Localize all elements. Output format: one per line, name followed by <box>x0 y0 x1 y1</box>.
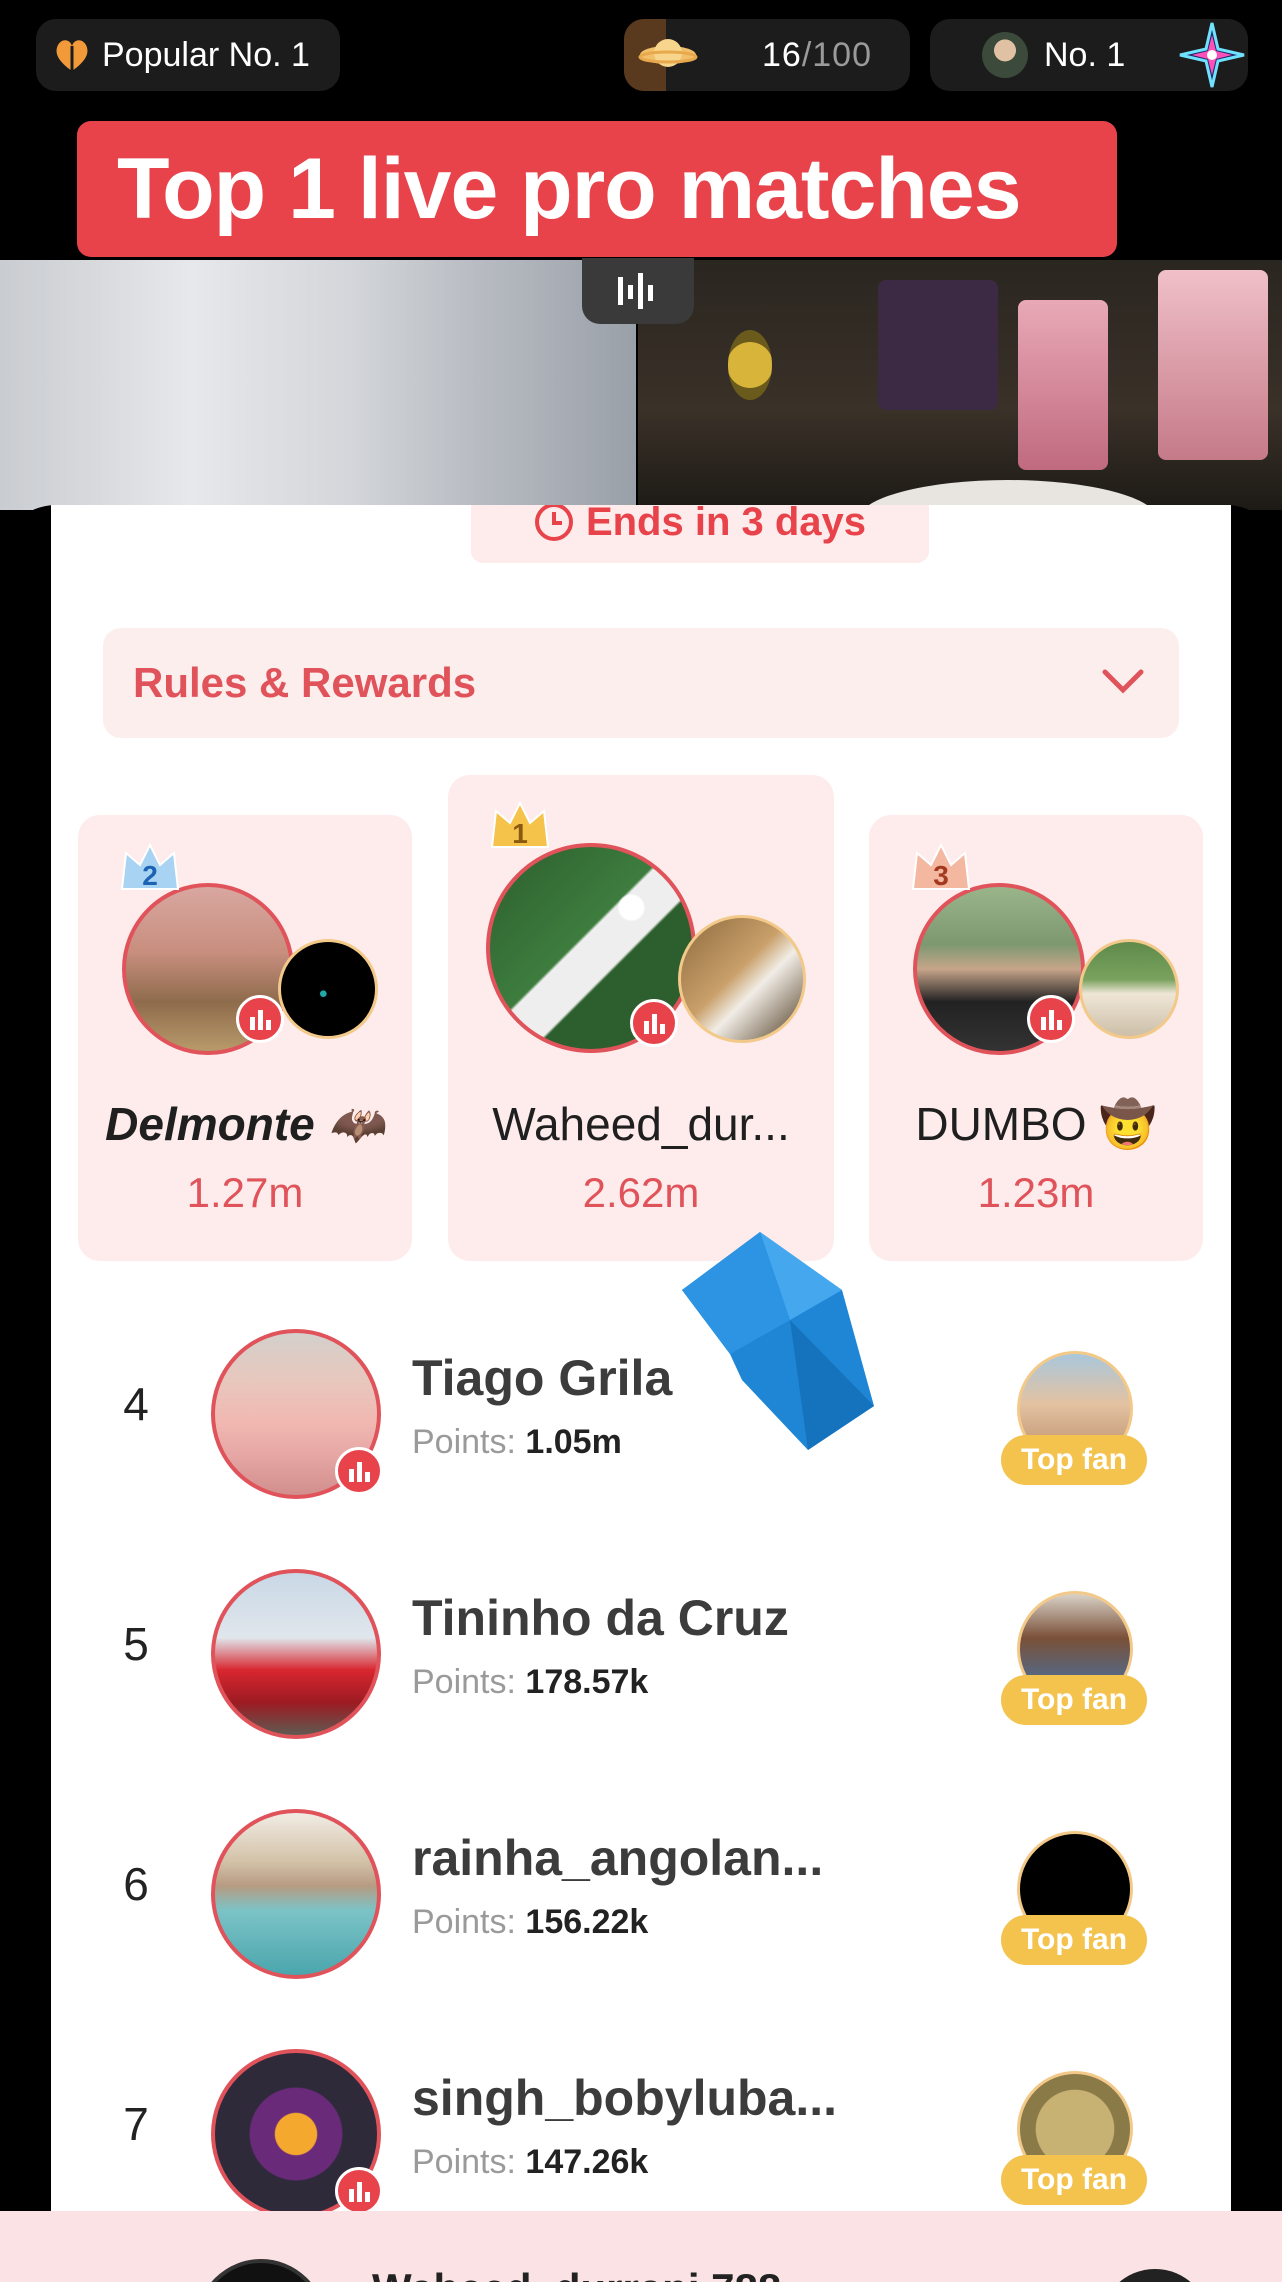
popular-label: Popular No. 1 <box>102 35 310 74</box>
podium-name: DUMBO 🤠 <box>915 1098 1157 1150</box>
bar-chart-icon <box>1041 1010 1062 1030</box>
leaderboard-row[interactable]: 5 Tininho da Cruz Points: 178.57k Top fa… <box>51 1545 1231 1765</box>
top-fan-badge: Top fan <box>1001 1675 1147 1725</box>
bar-chart-icon <box>250 1010 271 1030</box>
bar-chart-icon <box>349 2182 370 2202</box>
podium-score: 2.62m <box>582 1169 700 1216</box>
podium-rank-2[interactable]: 2 Delmonte 🦇 1.27m <box>78 815 412 1261</box>
rules-label: Rules & Rewards <box>133 659 477 706</box>
row-rank: 7 <box>123 2098 149 2150</box>
orange-heart-icon <box>56 40 88 71</box>
row-name: Tininho da Cruz <box>412 1590 789 1646</box>
mouse-pointer-icon <box>682 1232 874 1450</box>
leaderboard-row[interactable]: 6 rainha_angolan... Points: 156.22k Top … <box>51 1785 1231 2005</box>
row-name: singh_bobyluba... <box>412 2070 838 2126</box>
top-fan-badge: Top fan <box>1001 1915 1147 1965</box>
svg-text:2: 2 <box>142 860 158 891</box>
row-points: Points: 156.22k <box>412 1903 649 1941</box>
row-rank: 5 <box>123 1618 149 1670</box>
clock-icon <box>534 505 573 541</box>
sparkle-star-icon <box>1179 22 1245 88</box>
podium-name: Waheed_dur... <box>492 1098 790 1150</box>
leaderboard-sheet: Ends in 3 days Rules & Rewards 2 Delmont… <box>51 505 1231 2219</box>
sound-bars-icon <box>618 273 653 309</box>
rank-label: No. 1 <box>1044 35 1126 74</box>
top-fan-badge: Top fan <box>1001 2155 1147 2205</box>
rules-rewards-dropdown[interactable]: Rules & Rewards <box>103 628 1179 738</box>
event-banner: Top 1 live pro matches <box>77 121 1117 257</box>
drag-handle[interactable] <box>582 258 694 324</box>
avatar <box>982 32 1028 78</box>
stats-badge[interactable] <box>1027 995 1075 1043</box>
avatar <box>211 1809 381 1979</box>
podium-rank-3[interactable]: 3 DUMBO 🤠 1.23m <box>869 815 1203 1261</box>
live-video-right[interactable] <box>638 260 1282 560</box>
stats-badge[interactable] <box>236 995 284 1043</box>
row-points: Points: 1.05m <box>412 1423 622 1461</box>
stats-badge[interactable] <box>630 999 678 1047</box>
current-user-bar[interactable]: Waheed_durrani 788 <box>0 2211 1282 2282</box>
podium-name: Delmonte 🦇 <box>105 1098 385 1150</box>
row-points: Points: 147.26k <box>412 2143 649 2181</box>
row-rank: 4 <box>123 1378 149 1430</box>
current-user-text: Waheed_durrani 788 <box>372 2265 781 2282</box>
stats-badge[interactable] <box>335 1447 383 1495</box>
match-count-pill[interactable]: 16/100 <box>624 19 910 91</box>
avatar <box>196 2259 326 2282</box>
crown-rank-2-icon: 2 <box>120 842 180 891</box>
svg-text:1: 1 <box>512 818 528 849</box>
match-count: 16/100 <box>762 35 873 74</box>
popular-rank-pill[interactable]: Popular No. 1 <box>36 19 340 91</box>
podium-rank-1[interactable]: 1 Waheed_dur... 2.62m <box>448 775 834 1261</box>
fan-avatar <box>278 939 378 1039</box>
live-video-left[interactable] <box>0 260 636 510</box>
planet-icon <box>638 39 698 67</box>
row-name: rainha_angolan... <box>412 1830 824 1886</box>
row-name: Tiago Grila <box>412 1350 673 1406</box>
row-points: Points: 178.57k <box>412 1663 649 1701</box>
crown-rank-1-icon: 1 <box>490 800 550 849</box>
crown-rank-3-icon: 3 <box>911 842 971 891</box>
fan-avatar <box>678 915 806 1043</box>
podium-score: 1.27m <box>186 1169 304 1216</box>
top-fan-avatar <box>1100 2269 1210 2282</box>
fan-avatar <box>1079 939 1179 1039</box>
avatar <box>211 1569 381 1739</box>
podium-score: 1.23m <box>977 1169 1095 1216</box>
leaderboard-row[interactable]: 4 Tiago Grila Points: 1.05m Top fan <box>51 1305 1231 1525</box>
row-rank: 6 <box>123 1858 149 1910</box>
bar-chart-icon <box>644 1014 665 1034</box>
chevron-down-icon <box>1102 669 1144 694</box>
stats-badge[interactable] <box>335 2167 383 2215</box>
bar-chart-icon <box>349 1462 370 1482</box>
countdown-badge: Ends in 3 days <box>471 505 929 563</box>
svg-text:3: 3 <box>933 860 949 891</box>
top-fan-badge: Top fan <box>1001 1435 1147 1485</box>
user-rank-pill[interactable]: No. 1 <box>930 19 1248 91</box>
top-bar: Popular No. 1 16/100 No. 1 Top 1 live pr… <box>0 0 1282 260</box>
